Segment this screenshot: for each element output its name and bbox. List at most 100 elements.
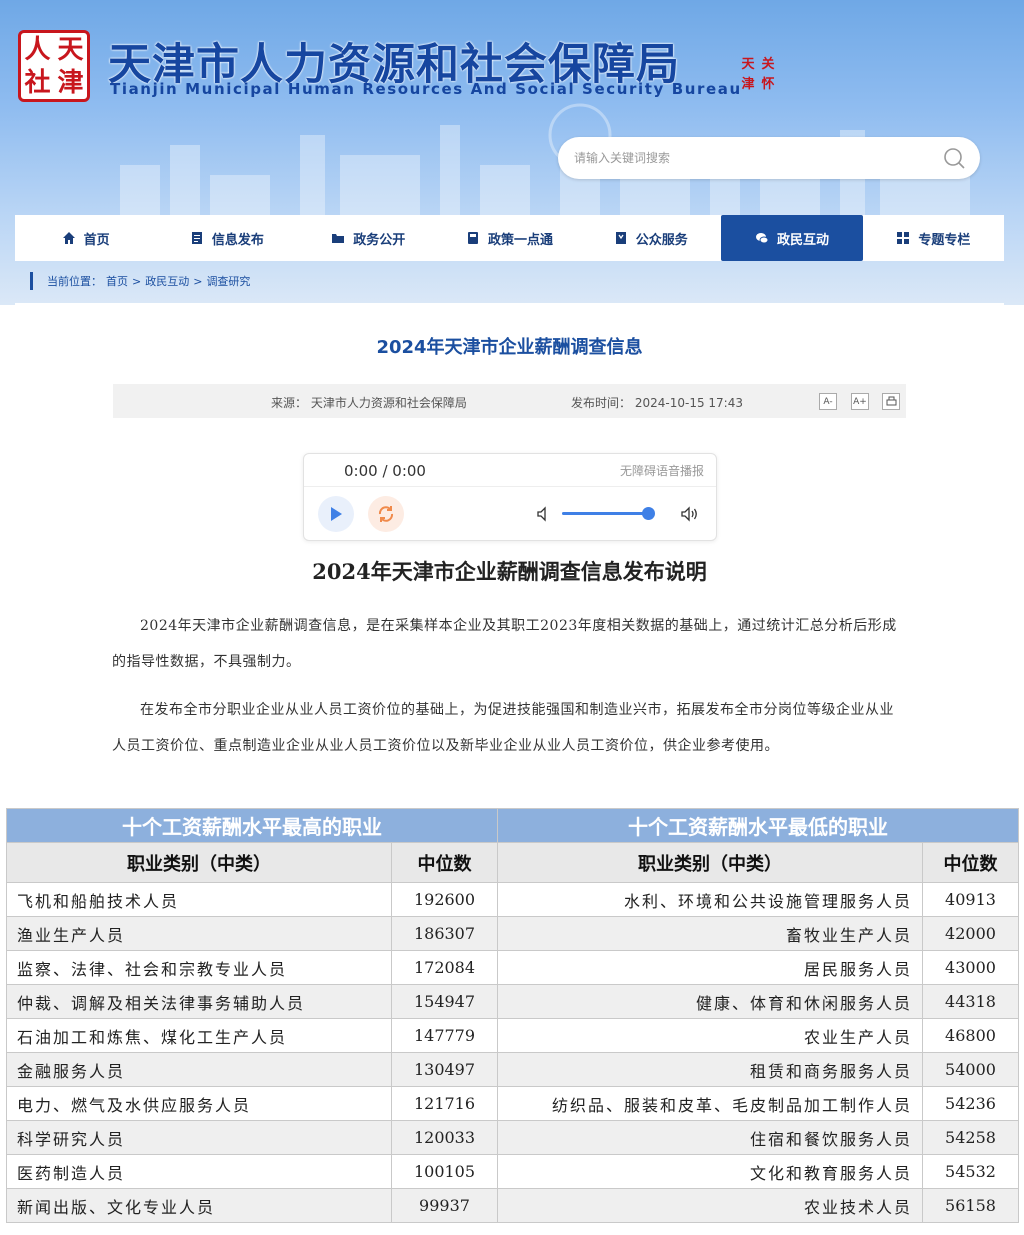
high-occupation-name: 飞机和船舶技术人员 (6, 882, 392, 917)
high-occupation-name: 石油加工和炼焦、煤化工生产人员 (6, 1018, 392, 1053)
low-occupation-name: 住宿和餐饮服务人员 (497, 1120, 923, 1155)
font-decrease-button[interactable]: A- (819, 393, 837, 410)
low-occupation-name: 农业生产人员 (497, 1018, 923, 1053)
volume-slider-handle[interactable] (641, 507, 655, 520)
table-row: 飞机和船舶技术人员 192600 水利、环境和公共设施管理服务人员 40913 (6, 882, 1019, 917)
breadcrumb-link-home[interactable]: 首页 (106, 273, 128, 289)
player-time: 0:00 / 0:00 (344, 462, 426, 480)
high-median-value: 99937 (391, 1188, 498, 1223)
low-occupation-name: 租赁和商务服务人员 (497, 1052, 923, 1087)
table-row: 仲裁、调解及相关法律事务辅助人员 154947 健康、体育和休闲服务人员 44318 (6, 984, 1019, 1019)
nav-item-policy[interactable]: 政策一点通 (439, 215, 580, 261)
main-nav: 首页 信息发布 政务公开 政策一点通 公众服务 政民互动 专题专栏 (15, 215, 1004, 261)
low-occupation-name: 畜牧业生产人员 (497, 916, 923, 951)
high-median-value: 130497 (391, 1052, 498, 1087)
breadcrumb-link-research[interactable]: 调查研究 (206, 273, 250, 289)
nav-item-home[interactable]: 首页 (15, 215, 156, 261)
high-median-value: 172084 (391, 950, 498, 985)
low-median-value: 44318 (922, 984, 1019, 1019)
low-median-value: 40913 (922, 882, 1019, 917)
highest-paid-header: 十个工资薪酬水平最高的职业 (6, 808, 498, 843)
high-median-value: 186307 (391, 916, 498, 951)
low-median-value: 46800 (922, 1018, 1019, 1053)
nav-item-gov-affairs[interactable]: 政务公开 (298, 215, 439, 261)
table-row: 新闻出版、文化专业人员 99937 农业技术人员 56158 (6, 1188, 1019, 1223)
low-occupation-name: 文化和教育服务人员 (497, 1154, 923, 1189)
site-subtitle: Tianjin Municipal Human Resources And So… (110, 80, 742, 98)
column-header-median: 中位数 (922, 842, 1019, 883)
paragraph-1: 2024年天津市企业薪酬调查信息，是在采集样本企业及其职工2023年度相关数据的… (112, 618, 897, 670)
document-title: 2024年天津市企业薪酬调查信息发布说明 (312, 559, 707, 584)
high-median-value: 147779 (391, 1018, 498, 1053)
article-date: 发布时间： 2024-10-15 17:43 (571, 396, 743, 410)
high-occupation-name: 仲裁、调解及相关法律事务辅助人员 (6, 984, 392, 1019)
low-median-value: 56158 (922, 1188, 1019, 1223)
high-occupation-name: 监察、法律、社会和宗教专业人员 (6, 950, 392, 985)
bureau-logo[interactable]: 人 天 社 津 (18, 30, 90, 102)
volume-low-icon[interactable] (536, 506, 552, 522)
low-occupation-name: 水利、环境和公共设施管理服务人员 (497, 882, 923, 917)
high-occupation-name: 医药制造人员 (6, 1154, 392, 1189)
high-occupation-name: 科学研究人员 (6, 1120, 392, 1155)
high-median-value: 121716 (391, 1086, 498, 1121)
high-median-value: 192600 (391, 882, 498, 917)
table-row: 金融服务人员 130497 租赁和商务服务人员 54000 (6, 1052, 1019, 1087)
article-content: 2024年天津市企业薪酬调查信息 来源： 天津市人力资源和社会保障局 发布时间：… (15, 303, 1004, 808)
high-median-value: 154947 (391, 984, 498, 1019)
low-occupation-name: 纺织品、服装和皮革、毛皮制品加工制作人员 (497, 1086, 923, 1121)
table-row: 石油加工和炼焦、煤化工生产人员 147779 农业生产人员 46800 (6, 1018, 1019, 1053)
table-row: 监察、法律、社会和宗教专业人员 172084 居民服务人员 43000 (6, 950, 1019, 985)
table-row: 科学研究人员 120033 住宿和餐饮服务人员 54258 (6, 1120, 1019, 1155)
seal-logo: 天 关 津 怀 (741, 56, 775, 92)
nav-item-special-topics[interactable]: 专题专栏 (863, 215, 1004, 261)
column-header-category: 职业类别（中类） (6, 842, 392, 883)
salary-table: 十个工资薪酬水平最高的职业 十个工资薪酬水平最低的职业 职业类别（中类） 中位数… (6, 808, 1019, 1228)
search-icon[interactable] (942, 146, 966, 170)
article-title: 2024年天津市企业薪酬调查信息 (376, 337, 643, 358)
low-occupation-name: 健康、体育和休闲服务人员 (497, 984, 923, 1019)
volume-slider[interactable] (562, 507, 655, 520)
low-median-value: 54258 (922, 1120, 1019, 1155)
loop-button[interactable] (368, 496, 404, 532)
nav-item-info-release[interactable]: 信息发布 (156, 215, 297, 261)
nav-item-interaction[interactable]: 政民互动 (721, 215, 863, 261)
column-header-median: 中位数 (391, 842, 498, 883)
print-button[interactable] (882, 393, 900, 410)
folder-icon (332, 234, 345, 243)
print-icon (886, 396, 896, 406)
home-icon (62, 232, 75, 244)
high-occupation-name: 金融服务人员 (6, 1052, 392, 1087)
low-median-value: 54532 (922, 1154, 1019, 1189)
search-box (558, 137, 980, 179)
high-occupation-name: 电力、燃气及水供应服务人员 (6, 1086, 392, 1121)
breadcrumb-link-interaction[interactable]: 政民互动 (145, 273, 189, 289)
high-occupation-name: 新闻出版、文化专业人员 (6, 1188, 392, 1223)
accessibility-voice-label[interactable]: 无障碍语音播报 (620, 462, 704, 479)
low-occupation-name: 居民服务人员 (497, 950, 923, 985)
article-meta-bar: 来源： 天津市人力资源和社会保障局 发布时间： 2024-10-15 17:43… (113, 384, 906, 418)
low-median-value: 42000 (922, 916, 1019, 951)
font-increase-button[interactable]: A+ (851, 393, 869, 410)
table-row: 电力、燃气及水供应服务人员 121716 纺织品、服装和皮革、毛皮制品加工制作人员 5… (6, 1086, 1019, 1121)
search-input[interactable] (574, 145, 924, 171)
high-median-value: 120033 (391, 1120, 498, 1155)
volume-high-icon[interactable] (680, 506, 700, 522)
play-button[interactable] (318, 496, 354, 532)
nav-item-public-service[interactable]: 公众服务 (580, 215, 721, 261)
table-row: 渔业生产人员 186307 畜牧业生产人员 42000 (6, 916, 1019, 951)
breadcrumb: 当前位置： 首页 > 政民互动 > 调查研究 (30, 272, 250, 290)
paragraph-2: 在发布全市分职业企业从业人员工资价位的基础上，为促进技能强国和制造业兴市，拓展发… (112, 702, 894, 754)
high-median-value: 100105 (391, 1154, 498, 1189)
audio-player: 0:00 / 0:00 无障碍语音播报 (303, 453, 717, 541)
low-median-value: 54000 (922, 1052, 1019, 1087)
column-header-category: 职业类别（中类） (497, 842, 923, 883)
article-source: 来源： 天津市人力资源和社会保障局 (271, 396, 467, 410)
book-icon (467, 232, 478, 244)
grid-icon (897, 232, 910, 244)
low-occupation-name: 农业技术人员 (497, 1188, 923, 1223)
service-icon (615, 232, 626, 244)
play-icon (331, 507, 342, 521)
high-occupation-name: 渔业生产人员 (6, 916, 392, 951)
table-row: 医药制造人员 100105 文化和教育服务人员 54532 (6, 1154, 1019, 1189)
chat-icon (756, 233, 769, 244)
